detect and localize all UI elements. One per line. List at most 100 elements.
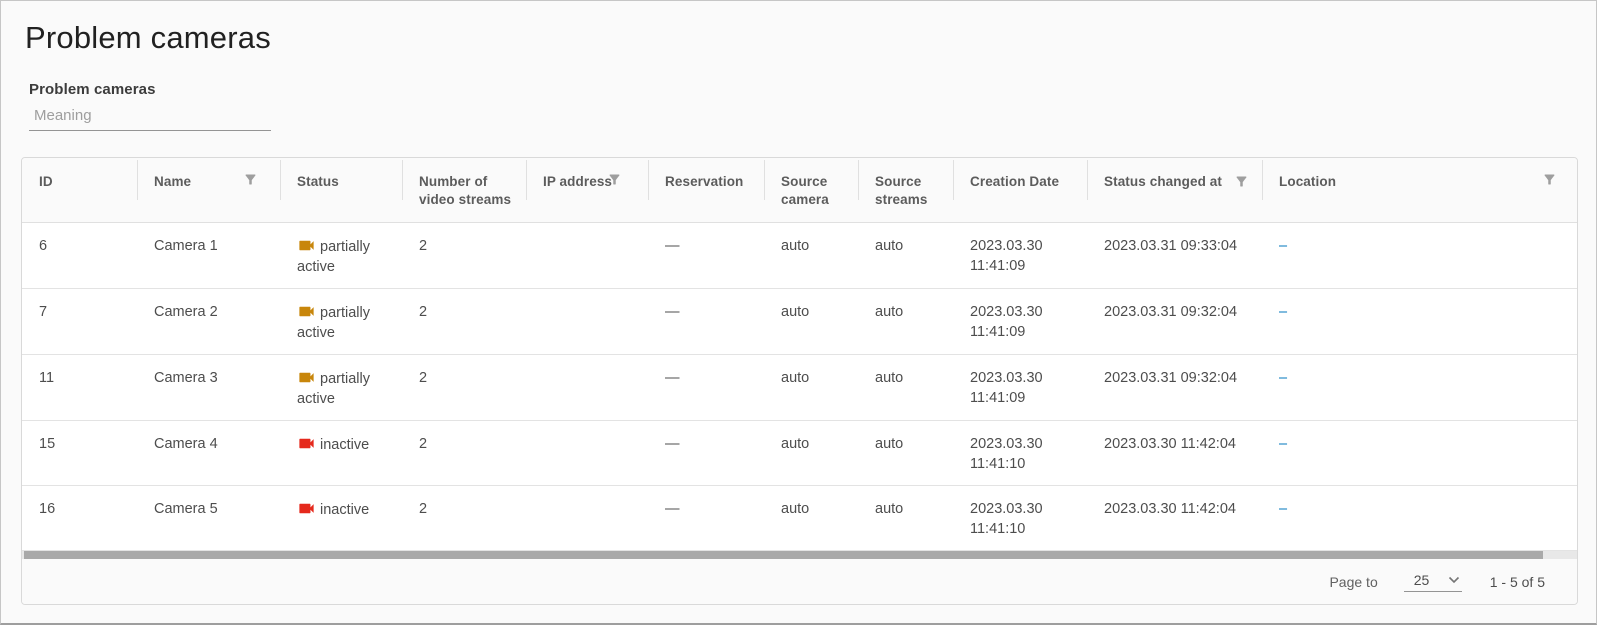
page-title: Problem cameras — [25, 19, 1596, 57]
cell-status: partially active — [280, 222, 402, 288]
filter-funnel-icon[interactable] — [1542, 172, 1557, 187]
horizontal-scrollbar[interactable] — [22, 551, 1577, 559]
cell-name: Camera 4 — [137, 420, 280, 485]
location-link[interactable]: – — [1279, 370, 1287, 386]
filter-panel: Problem cameras — [29, 81, 1596, 131]
table-row: 7 Camera 2 partially active 2 — auto aut… — [22, 288, 1578, 354]
pagination-bar: Page to 25 1 - 5 of 5 — [22, 559, 1577, 605]
table-row: 15 Camera 4 inactive 2 — auto auto 2023.… — [22, 420, 1578, 485]
column-header-ip-address[interactable]: IP address — [526, 158, 648, 222]
cell-ip-address — [526, 354, 648, 420]
column-header-label: Number of video streams — [419, 174, 511, 207]
cell-creation-date: 2023.03.30 11:41:09 — [953, 354, 1087, 420]
filter-funnel-icon[interactable] — [607, 172, 622, 187]
cell-id: 16 — [22, 485, 137, 550]
cell-status-changed-at: 2023.03.31 09:32:04 — [1087, 354, 1262, 420]
cell-location: – — [1262, 222, 1578, 288]
column-header-creation-date[interactable]: Creation Date — [953, 158, 1087, 222]
column-header-reservation[interactable]: Reservation — [648, 158, 764, 222]
cell-video-streams: 2 — [402, 420, 526, 485]
problem-cameras-table: ID Name Status Number of video streams I… — [22, 158, 1578, 551]
cell-ip-address — [526, 485, 648, 550]
filter-funnel-icon[interactable] — [1234, 174, 1249, 189]
column-header-source-streams[interactable]: Source streams — [858, 158, 953, 222]
cell-status-changed-at: 2023.03.31 09:33:04 — [1087, 222, 1262, 288]
cell-reservation: — — [648, 288, 764, 354]
cell-video-streams: 2 — [402, 354, 526, 420]
table-row: 16 Camera 5 inactive 2 — auto auto 2023.… — [22, 485, 1578, 550]
column-header-label: Status — [297, 174, 339, 189]
page-size-value: 25 — [1414, 572, 1430, 588]
cell-creation-date: 2023.03.30 11:41:09 — [953, 288, 1087, 354]
videocam-icon — [297, 368, 316, 387]
videocam-icon — [297, 236, 316, 255]
column-header-video-streams[interactable]: Number of video streams — [402, 158, 526, 222]
cell-location: – — [1262, 354, 1578, 420]
cell-reservation: — — [648, 420, 764, 485]
location-link[interactable]: – — [1279, 436, 1287, 452]
cell-status-changed-at: 2023.03.30 11:42:04 — [1087, 420, 1262, 485]
cell-video-streams: 2 — [402, 288, 526, 354]
cell-reservation: — — [648, 354, 764, 420]
pagination-range: 1 - 5 of 5 — [1490, 574, 1545, 590]
column-header-status-changed-at[interactable]: Status changed at — [1087, 158, 1262, 222]
column-header-source-camera[interactable]: Source camera — [764, 158, 858, 222]
location-link[interactable]: – — [1279, 501, 1287, 517]
cell-id: 15 — [22, 420, 137, 485]
cell-source-camera: auto — [764, 354, 858, 420]
cell-source-camera: auto — [764, 420, 858, 485]
status-text: inactive — [320, 502, 369, 518]
location-link[interactable]: – — [1279, 304, 1287, 320]
location-link[interactable]: – — [1279, 238, 1287, 254]
column-header-label: IP address — [543, 174, 612, 189]
page-to-label: Page to — [1329, 574, 1377, 590]
cell-reservation: — — [648, 222, 764, 288]
cell-ip-address — [526, 222, 648, 288]
horizontal-scrollbar-thumb[interactable] — [24, 551, 1543, 559]
cell-id: 11 — [22, 354, 137, 420]
cell-creation-date: 2023.03.30 11:41:10 — [953, 485, 1087, 550]
cell-source-streams: auto — [858, 222, 953, 288]
cell-source-camera: auto — [764, 485, 858, 550]
column-header-label: Source streams — [875, 174, 928, 207]
column-header-label: Creation Date — [970, 174, 1059, 189]
page-size-select[interactable]: 25 — [1404, 572, 1462, 592]
chevron-down-icon — [1448, 576, 1460, 584]
cell-ip-address — [526, 420, 648, 485]
cell-source-streams: auto — [858, 288, 953, 354]
cell-creation-date: 2023.03.30 11:41:10 — [953, 420, 1087, 485]
column-header-label: Status changed at — [1104, 174, 1222, 189]
cell-creation-date: 2023.03.30 11:41:09 — [953, 222, 1087, 288]
cell-name: Camera 3 — [137, 354, 280, 420]
videocam-icon — [297, 302, 316, 321]
cell-name: Camera 1 — [137, 222, 280, 288]
videocam-icon — [297, 499, 316, 518]
column-header-label: ID — [39, 174, 53, 189]
column-header-name[interactable]: Name — [137, 158, 280, 222]
cell-name: Camera 2 — [137, 288, 280, 354]
column-header-status[interactable]: Status — [280, 158, 402, 222]
status-text: inactive — [320, 437, 369, 453]
cell-status: inactive — [280, 420, 402, 485]
cell-name: Camera 5 — [137, 485, 280, 550]
cell-id: 7 — [22, 288, 137, 354]
column-header-label: Source camera — [781, 174, 829, 207]
videocam-icon — [297, 434, 316, 453]
meaning-filter-input[interactable] — [29, 105, 271, 131]
table-row: 11 Camera 3 partially active 2 — auto au… — [22, 354, 1578, 420]
cell-source-streams: auto — [858, 485, 953, 550]
cell-video-streams: 2 — [402, 485, 526, 550]
column-header-id[interactable]: ID — [22, 158, 137, 222]
table-row: 6 Camera 1 partially active 2 — auto aut… — [22, 222, 1578, 288]
cell-status: inactive — [280, 485, 402, 550]
cell-location: – — [1262, 420, 1578, 485]
cell-source-streams: auto — [858, 354, 953, 420]
cell-id: 6 — [22, 222, 137, 288]
cell-source-camera: auto — [764, 288, 858, 354]
cell-location: – — [1262, 288, 1578, 354]
filter-funnel-icon[interactable] — [243, 172, 258, 187]
column-header-location[interactable]: Location — [1262, 158, 1578, 222]
cell-source-camera: auto — [764, 222, 858, 288]
cell-video-streams: 2 — [402, 222, 526, 288]
column-header-label: Location — [1279, 174, 1336, 189]
